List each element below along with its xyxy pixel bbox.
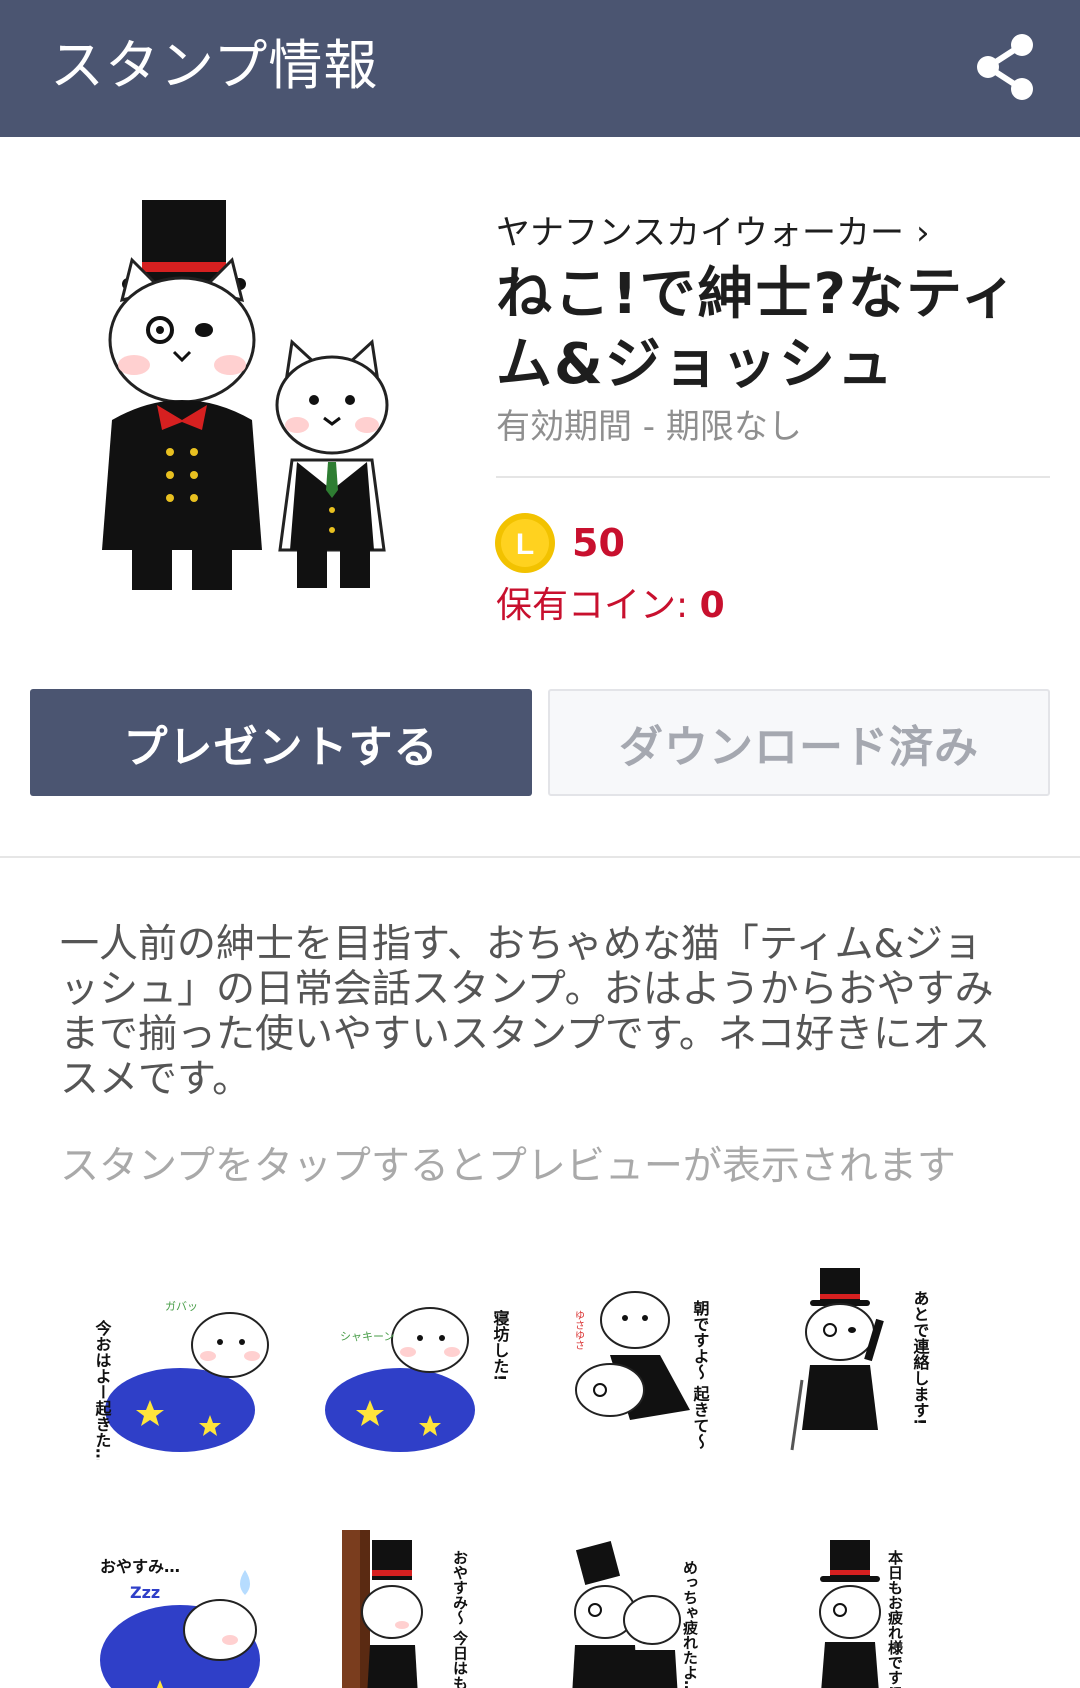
- sticker-text: あとで連絡します!: [911, 1290, 930, 1425]
- author-link[interactable]: ヤナフンスカイウォーカー ›: [496, 210, 930, 256]
- app-bar: スタンプ情報: [0, 0, 1080, 137]
- sticker-main-image: [92, 190, 422, 610]
- product-description: 一人前の紳士を目指す、おちゃめな猫「ティム&ジョッシュ」の日常会話スタンプ。おは…: [60, 922, 994, 1102]
- sticker-item[interactable]: 今おはよー起きた… ガバッ: [80, 1260, 300, 1460]
- sticker-item[interactable]: あとで連絡します!: [770, 1260, 990, 1460]
- share-icon: [977, 34, 1033, 100]
- chevron-right-icon: ›: [916, 213, 930, 253]
- author-name: ヤナフンスカイウォーカー: [496, 213, 904, 253]
- product-title: ねこ!で紳士?なティム&ジョッシュ: [496, 262, 1019, 397]
- sticker-text: 本日もお疲れ様です!: [886, 1549, 904, 1688]
- page-title: スタンプ情報: [50, 34, 379, 97]
- sticker-item[interactable]: 本日もお疲れ様です!: [770, 1530, 990, 1688]
- sticker-sfx: シャキーン: [340, 1330, 394, 1343]
- sticker-text: 朝ですよ〜 起きて〜: [691, 1299, 711, 1451]
- line-coin-icon: L: [494, 512, 556, 574]
- present-button[interactable]: プレゼントする: [30, 689, 532, 796]
- sticker-sfx: ゆさゆさ: [573, 1310, 584, 1350]
- sticker-text: 寝坊した!: [491, 1309, 510, 1381]
- sticker-text: おやすみ〜 今日はもう寝るね…: [451, 1550, 469, 1688]
- sticker-item[interactable]: めっちゃ疲れたよ…: [540, 1530, 760, 1688]
- price-value: 50: [572, 521, 625, 565]
- downloaded-button: ダウンロード済み: [548, 689, 1050, 796]
- owned-coins-value: 0: [699, 585, 725, 626]
- section-divider: [0, 856, 1080, 858]
- sticker-item[interactable]: おやすみ〜 今日はもう寝るね…: [310, 1530, 530, 1688]
- validity-period: 有効期間 - 期限なし: [496, 407, 802, 447]
- sticker-text: めっちゃ疲れたよ…: [681, 1560, 699, 1688]
- sticker-item[interactable]: おやすみ… Zzz: [80, 1530, 300, 1688]
- sticker-text: 今おはよー起きた…: [93, 1319, 113, 1460]
- sticker-text: おやすみ…: [100, 1557, 180, 1576]
- owned-coins: 保有コイン: 0: [496, 581, 725, 631]
- sticker-item[interactable]: 寝坊した! シャキーン: [310, 1260, 530, 1460]
- coin-letter: L: [516, 528, 534, 561]
- owned-coins-label: 保有コイン:: [496, 585, 689, 626]
- divider: [496, 476, 1050, 478]
- sticker-sfx: ガバッ: [165, 1300, 198, 1313]
- share-button[interactable]: [972, 32, 1038, 102]
- sticker-item[interactable]: 朝ですよ〜 起きて〜 ゆさゆさ: [540, 1260, 760, 1460]
- preview-hint: スタンプをタップするとプレビューが表示されます: [60, 1144, 956, 1189]
- sticker-sfx: Zzz: [130, 1583, 160, 1602]
